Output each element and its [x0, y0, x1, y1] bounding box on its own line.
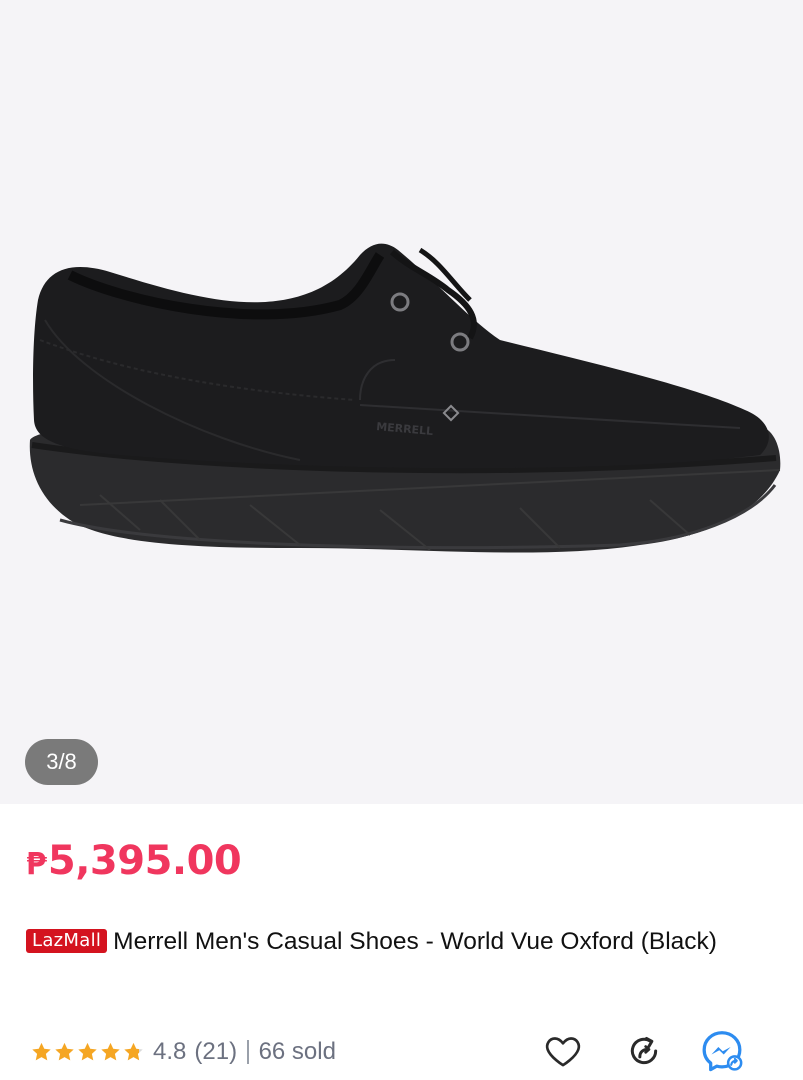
review-count[interactable]: (21): [194, 1038, 237, 1066]
share-arrow-icon: [630, 1037, 658, 1065]
star-icon: [124, 1042, 143, 1061]
messenger-share-button[interactable]: [699, 1028, 745, 1074]
heart-icon: [545, 1037, 581, 1067]
star-icon: [78, 1042, 97, 1061]
lazmall-badge: LazMall: [26, 929, 108, 953]
product-title-block: LazMall Merrell Men's Casual Shoes - Worl…: [26, 925, 786, 958]
wishlist-button[interactable]: [540, 1028, 586, 1074]
product-title: Merrell Men's Casual Shoes - World Vue O…: [113, 928, 717, 955]
product-image-gallery[interactable]: MERRELL 3/8: [0, 0, 803, 804]
product-image[interactable]: MERRELL: [0, 0, 803, 804]
star-icon: [101, 1042, 120, 1061]
divider: [247, 1040, 249, 1064]
price-amount: 5,395.00: [47, 838, 242, 884]
star-icon: [55, 1042, 74, 1061]
rating-row[interactable]: 4.8 (21) 66 sold: [30, 1030, 336, 1074]
rating-stars: [30, 1041, 145, 1063]
rating-score: 4.8: [153, 1038, 187, 1065]
sold-count: 66 sold: [258, 1038, 336, 1065]
image-counter: 3/8: [25, 739, 98, 785]
messenger-icon: [702, 1031, 743, 1072]
currency-symbol: ₱: [26, 847, 47, 882]
share-button[interactable]: [621, 1028, 667, 1074]
star-icon: [32, 1042, 51, 1061]
product-price: ₱ 5,395.00: [26, 838, 242, 888]
